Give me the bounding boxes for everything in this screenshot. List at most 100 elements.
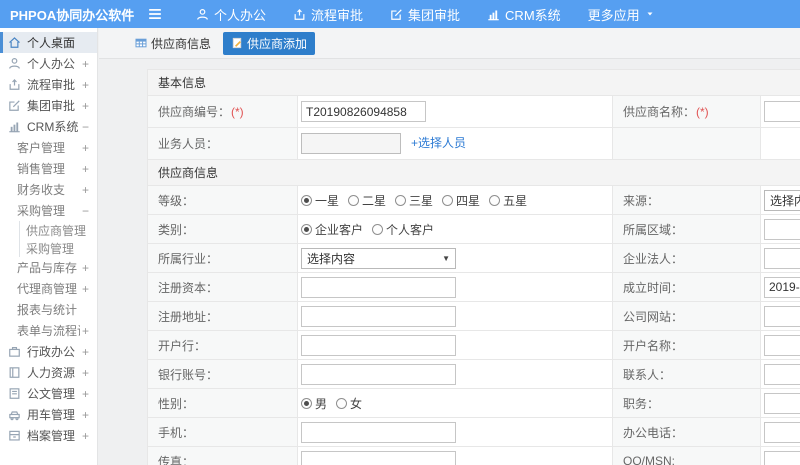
caret-icon [645, 9, 655, 19]
expand-icon[interactable]: + [82, 261, 89, 275]
nav-item[interactable]: CRM系统 [487, 5, 561, 24]
sidebar-item[interactable]: 供应商管理 [0, 221, 97, 239]
expand-icon[interactable]: + [82, 141, 89, 155]
text-input[interactable] [301, 334, 456, 356]
sidebar-item[interactable]: 报表与统计 [0, 299, 97, 320]
radio-option[interactable]: 企业客户 [301, 221, 363, 238]
nav-item[interactable]: 集团审批 [390, 5, 460, 24]
chart-icon [487, 8, 500, 21]
sidebar-item[interactable]: 个人桌面 [0, 32, 97, 53]
sidebar-item[interactable]: 公文管理 + [0, 383, 97, 404]
sidebar-item[interactable]: 流程审批 + [0, 74, 97, 95]
form-label: 所属区域： [623, 222, 684, 237]
text-input[interactable] [764, 421, 800, 443]
radio-group: 企业客户 个人客户 [301, 221, 611, 238]
radio-option[interactable]: 四星 [442, 192, 480, 209]
sidebar-item[interactable]: 财务收支 + [0, 179, 97, 200]
radio-unchecked-icon[interactable] [489, 194, 501, 206]
expand-icon[interactable]: + [82, 57, 89, 71]
sidebar-item[interactable]: 用车管理 + [0, 404, 97, 425]
text-input[interactable] [764, 276, 800, 298]
form-row: 等级： 一星 二星 三星 四星 五星 来源： 选择内容▼ [147, 185, 800, 215]
text-input[interactable] [301, 133, 401, 154]
radio-checked-icon[interactable] [301, 194, 312, 206]
sidebar-item[interactable]: 集团审批 + [0, 95, 97, 116]
nav-item[interactable]: 流程审批 [293, 5, 363, 24]
radio-option[interactable]: 女 [336, 395, 362, 412]
sidebar-item[interactable]: 客户管理 + [0, 137, 97, 158]
radio-unchecked-icon[interactable] [442, 194, 454, 206]
nav-item[interactable]: 个人办公 [196, 5, 266, 24]
text-input[interactable] [764, 392, 800, 414]
radio-unchecked-icon[interactable] [336, 397, 348, 409]
text-input[interactable] [301, 450, 456, 465]
hamburger-icon[interactable] [148, 7, 162, 21]
collapse-icon[interactable]: − [82, 204, 89, 218]
expand-icon[interactable]: + [82, 408, 89, 422]
radio-option[interactable]: 二星 [348, 192, 386, 209]
sidebar-item[interactable]: 档案管理 + [0, 425, 97, 446]
text-input[interactable] [301, 305, 456, 327]
expand-icon[interactable]: + [82, 183, 89, 197]
sidebar-item[interactable]: 人力资源 + [0, 362, 97, 383]
text-input[interactable] [764, 305, 800, 327]
sidebar-item[interactable]: 产品与库存 + [0, 257, 97, 278]
text-input[interactable] [301, 101, 426, 122]
radio-label: 二星 [362, 193, 387, 208]
sidebar-item[interactable]: 销售管理 + [0, 158, 97, 179]
collapse-icon[interactable]: − [82, 120, 89, 134]
radio-option[interactable]: 五星 [489, 192, 527, 209]
sidebar-item[interactable]: CRM系统 − [0, 116, 97, 137]
sidebar-item[interactable]: 采购管理 [0, 239, 97, 257]
text-input[interactable] [301, 276, 456, 298]
sidebar-item[interactable]: 个人办公 + [0, 53, 97, 74]
text-input[interactable] [301, 363, 456, 385]
text-input[interactable] [764, 101, 800, 122]
tab-supplier-list[interactable]: 供应商信息 [127, 32, 219, 55]
text-input[interactable] [764, 363, 800, 385]
expand-icon[interactable]: + [82, 429, 89, 443]
sidebar-item-label: 集团审批 [27, 99, 76, 113]
form-value-cell [297, 95, 613, 128]
radio-option[interactable]: 三星 [395, 192, 433, 209]
radio-unchecked-icon[interactable] [372, 223, 384, 235]
sidebar-item[interactable]: 代理商管理 + [0, 278, 97, 299]
text-input[interactable] [764, 450, 800, 465]
choose-person-link[interactable]: +选择人员 [411, 136, 466, 150]
form-value-cell [759, 127, 800, 160]
expand-icon[interactable]: + [82, 162, 89, 176]
radio-label: 三星 [409, 193, 434, 208]
radio-option[interactable]: 男 [301, 395, 327, 412]
sidebar-item[interactable]: 表单与流程设置+ [0, 320, 97, 341]
nav-item[interactable]: 更多应用 [588, 5, 655, 24]
text-input[interactable] [764, 247, 800, 269]
form-label-cell: 供应商编号：(*) [147, 95, 298, 128]
select-box[interactable]: 选择内容▼ [764, 189, 800, 211]
form-label: 注册地址： [158, 309, 219, 324]
expand-icon[interactable]: + [82, 78, 89, 92]
expand-icon[interactable]: + [82, 99, 89, 113]
radio-option[interactable]: 一星 [301, 192, 339, 209]
expand-icon[interactable]: + [82, 345, 89, 359]
text-input[interactable] [764, 218, 800, 240]
main-area: 供应商信息供应商添加 基本信息供应商编号：(*)供应商名称：(*)业务人员：+选… [99, 28, 800, 465]
home-icon [8, 36, 21, 49]
sidebar-item[interactable]: 行政办公 + [0, 341, 97, 362]
select-box[interactable]: 选择内容▼ [301, 247, 456, 269]
expand-icon[interactable]: + [82, 387, 89, 401]
sidebar-item[interactable]: 采购管理 − [0, 200, 97, 221]
sidebar-item-label: 财务收支 [17, 183, 66, 197]
radio-option[interactable]: 个人客户 [372, 221, 434, 238]
expand-icon[interactable]: + [82, 282, 89, 296]
text-input[interactable] [301, 421, 456, 443]
radio-checked-icon[interactable] [301, 223, 312, 235]
expand-icon[interactable]: + [82, 324, 89, 338]
nav-item-label: 个人办公 [214, 7, 267, 23]
radio-unchecked-icon[interactable] [395, 194, 407, 206]
radio-checked-icon[interactable] [301, 397, 312, 409]
form-value-cell: 一星 二星 三星 四星 五星 [297, 185, 613, 215]
expand-icon[interactable]: + [82, 366, 89, 380]
radio-unchecked-icon[interactable] [348, 194, 360, 206]
text-input[interactable] [764, 334, 800, 356]
tab-supplier-add[interactable]: 供应商添加 [223, 31, 316, 55]
